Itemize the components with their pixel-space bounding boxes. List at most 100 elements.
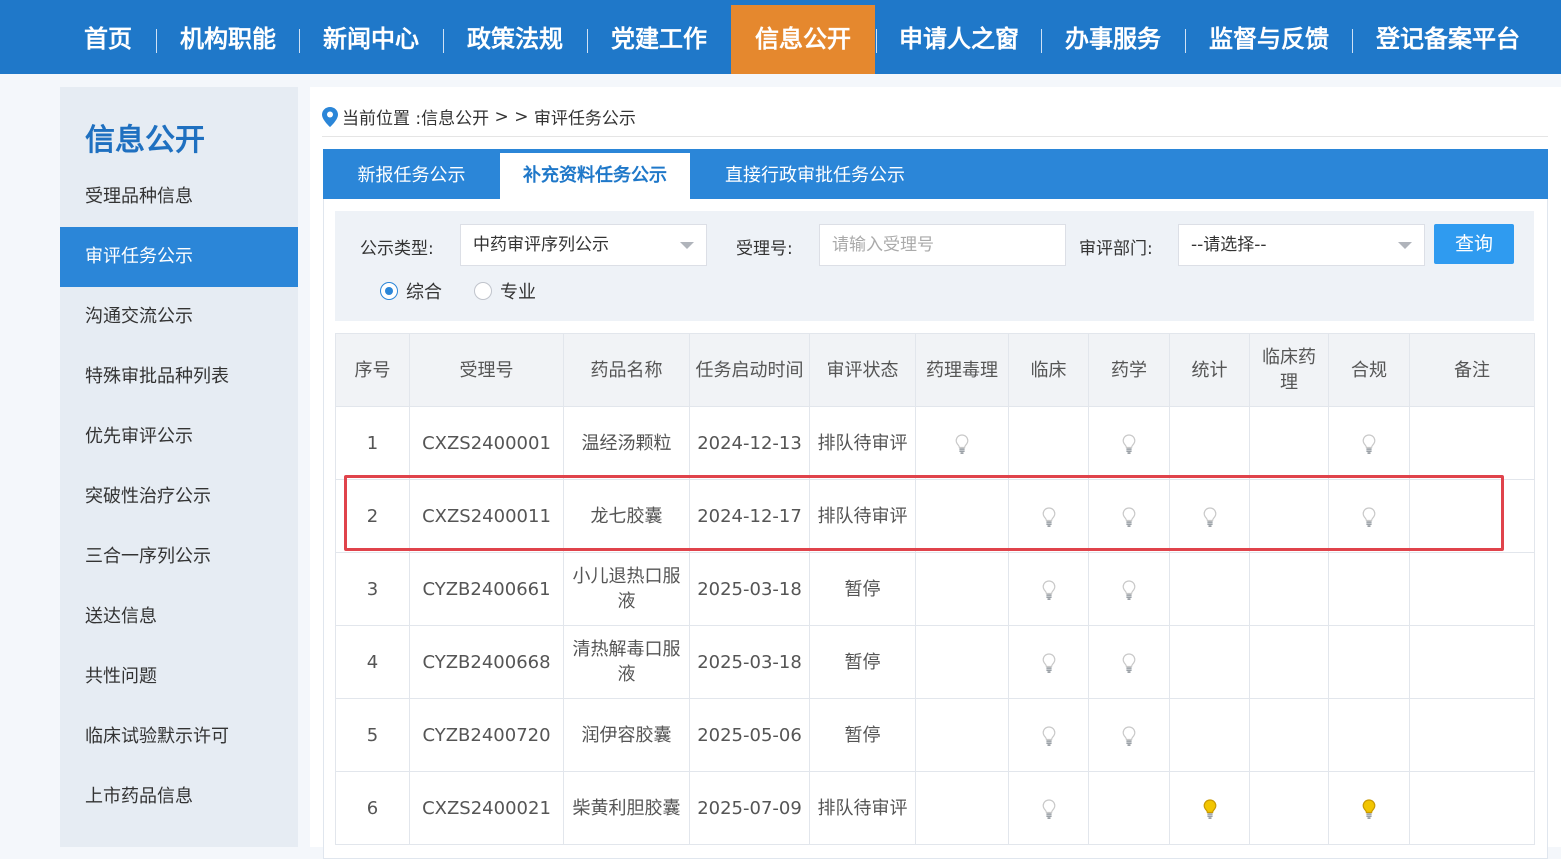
cell-remark [1409,698,1535,772]
cell-date: 2025-05-06 [689,698,810,772]
nav-separator [876,29,877,53]
lightbulb-off-icon [1042,652,1055,673]
sidebar-item-5[interactable]: 突破性治疗公示 [60,467,298,527]
table-row: 4 CYZB2400668 清热解毒口服液 2025-03-18 暂停 [335,625,1535,699]
col-header-pharmacy: 药学 [1088,333,1170,407]
chevron-down-icon [680,242,694,249]
cell-clinical-pharm [1249,698,1329,772]
nav-item-0[interactable]: 首页 [73,5,143,74]
cell-name: 小儿退热口服液 [563,552,690,626]
nav-item-4[interactable]: 党建工作 [599,5,719,74]
cell-no: 4 [335,625,410,699]
tab-supplement-tasks[interactable]: 补充资料任务公示 [500,153,690,199]
cell-clinical-pharm [1249,552,1329,626]
cell-name: 柴黄利胆胶囊 [563,771,690,845]
tab-new-tasks[interactable]: 新报任务公示 [323,153,500,199]
sidebar-item-9[interactable]: 临床试验默示许可 [60,707,298,767]
breadcrumb-divider [322,136,1548,137]
cell-id: CYZB2400720 [409,698,564,772]
cell-id: CYZB2400668 [409,625,564,699]
cell-name: 龙七胶囊 [563,479,690,553]
table-row: 6 CXZS2400021 柴黄利胆胶囊 2025-07-09 排队待审评 [335,771,1535,845]
col-header-accept-no: 受理号 [409,333,564,407]
sidebar: 信息公开 受理品种信息 审评任务公示 沟通交流公示 特殊审批品种列表 优先审评公示 突破性… [60,87,298,847]
lightbulb-off-icon [1122,579,1136,600]
cell-compliance [1328,479,1410,553]
dept-label: 审评部门: [1079,239,1153,259]
dept-select[interactable]: --请选择-- [1178,224,1425,266]
nav-item-6[interactable]: 申请人之窗 [887,5,1031,74]
type-label: 公示类型: [360,239,434,259]
cell-pharmacy [1088,406,1170,480]
radio-general[interactable]: 综合 [380,278,442,304]
cell-compliance [1328,406,1410,480]
cell-no: 5 [335,698,410,772]
col-header-drug-name: 药品名称 [563,333,690,407]
nav-item-7[interactable]: 办事服务 [1053,5,1173,74]
nav-item-9[interactable]: 登记备案平台 [1365,5,1531,74]
cell-remark [1409,479,1535,553]
cell-statistics [1169,406,1250,480]
cell-name: 清热解毒口服液 [563,625,690,699]
cell-clinical [1008,479,1089,553]
tab-direct-approval-tasks[interactable]: 直接行政审批任务公示 [690,153,940,199]
main-content: 当前位置 : 信息公开 > > 审评任务公示 新报任务公示 补充资料任务公示 直… [310,87,1561,859]
cell-pharmacy [1088,771,1170,845]
location-pin-icon [322,106,338,127]
sidebar-item-7[interactable]: 送达信息 [60,587,298,647]
nav-item-5[interactable]: 信息公开 [731,5,875,74]
task-table: 序号 受理号 药品名称 任务启动时间 审评状态 药理毒理 临床 药学 统计 临床药理 合规 备注 1C… [335,333,1535,845]
cell-compliance [1328,625,1410,699]
sidebar-item-2[interactable]: 沟通交流公示 [60,287,298,347]
cell-date: 2024-12-13 [689,406,810,480]
sidebar-item-4[interactable]: 优先审评公示 [60,407,298,467]
sidebar-item-6[interactable]: 三合一序列公示 [60,527,298,587]
lightbulb-off-icon [1362,506,1376,527]
cell-no: 6 [335,771,410,845]
breadcrumb: 当前位置 : 信息公开 > > 审评任务公示 [322,104,636,129]
breadcrumb-section[interactable]: 信息公开 [421,104,489,129]
cell-no: 1 [335,406,410,480]
cell-status: 排队待审评 [809,479,916,553]
type-select[interactable]: 中药审评序列公示 [460,224,707,266]
sidebar-item-0[interactable]: 受理品种信息 [60,167,298,227]
cell-pharmacy [1088,479,1170,553]
sidebar-item-1[interactable]: 审评任务公示 [60,227,298,287]
col-header-statistics: 统计 [1169,333,1250,407]
nav-item-8[interactable]: 监督与反馈 [1197,5,1341,74]
nav-item-3[interactable]: 政策法规 [455,5,575,74]
filter-form: 公示类型: 中药审评序列公示 受理号: 请输入受理号 审评部门: --请选择--… [335,211,1534,321]
nav-separator [587,29,588,53]
cell-pharm-tox [915,406,1009,480]
lightbulb-off-icon [1042,579,1055,600]
sidebar-item-10[interactable]: 上市药品信息 [60,767,298,827]
table-row: 5 CYZB2400720 润伊容胶囊 2025-05-06 暂停 [335,698,1535,772]
cell-id: CYZB2400661 [409,552,564,626]
cell-clinical-pharm [1249,625,1329,699]
query-button[interactable]: 查询 [1434,224,1514,264]
lightbulb-off-icon [1122,652,1136,673]
nav-item-1[interactable]: 机构职能 [168,5,288,74]
radio-special-label: 专业 [500,282,536,303]
accept-number-input[interactable]: 请输入受理号 [819,224,1066,266]
breadcrumb-current: 审评任务公示 [533,109,636,129]
cell-name: 温经汤颗粒 [563,406,690,480]
cell-pharm-tox [915,552,1009,626]
nav-item-2[interactable]: 新闻中心 [311,5,431,74]
radio-dot-icon [380,282,398,300]
table-row: 1 CXZS2400001 温经汤颗粒 2024-12-13 排队待审评 [335,406,1535,480]
cell-remark [1409,771,1535,845]
cell-compliance [1328,698,1410,772]
cell-clinical [1008,625,1089,699]
tab-bar: 新报任务公示 补充资料任务公示 直接行政审批任务公示 [323,149,1548,199]
radio-special[interactable]: 专业 [474,278,536,304]
cell-status: 排队待审评 [809,771,916,845]
nav-separator [1041,29,1042,53]
lightbulb-off-icon [1122,725,1136,746]
cell-statistics [1169,771,1250,845]
sidebar-title: 信息公开 [85,123,205,158]
sidebar-item-8[interactable]: 共性问题 [60,647,298,707]
cell-status: 暂停 [809,698,916,772]
lightbulb-off-icon [955,433,969,454]
sidebar-item-3[interactable]: 特殊审批品种列表 [60,347,298,407]
